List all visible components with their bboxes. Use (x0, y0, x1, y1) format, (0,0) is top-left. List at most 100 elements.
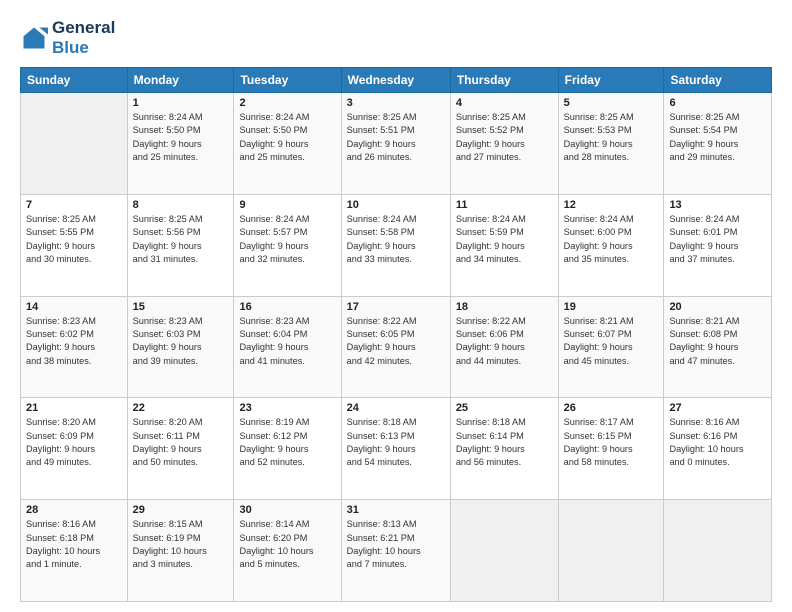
day-number: 15 (133, 301, 229, 313)
day-number: 3 (347, 97, 445, 109)
table-row: 24 Sunrise: 8:18 AMSunset: 6:13 PMDayligh… (341, 398, 450, 500)
day-number: 16 (239, 301, 335, 313)
day-info: Sunrise: 8:19 AMSunset: 6:12 PMDaylight:… (239, 416, 335, 469)
table-row: 17 Sunrise: 8:22 AMSunset: 6:05 PMDayligh… (341, 296, 450, 398)
day-info: Sunrise: 8:15 AMSunset: 6:19 PMDaylight:… (133, 518, 229, 571)
table-row: 7 Sunrise: 8:25 AMSunset: 5:55 PMDaylight… (21, 194, 128, 296)
table-row (21, 93, 128, 195)
col-tuesday: Tuesday (234, 68, 341, 93)
table-row: 1Sunrise: 8:24 AMSunset: 5:50 PMDaylight… (127, 93, 234, 195)
table-row: 5 Sunrise: 8:25 AMSunset: 5:53 PMDaylight… (558, 93, 664, 195)
day-info: Sunrise: 8:24 AMSunset: 6:01 PMDaylight:… (669, 213, 766, 266)
day-info: Sunrise: 8:14 AMSunset: 6:20 PMDaylight:… (239, 518, 335, 571)
day-info: Sunrise: 8:25 AMSunset: 5:55 PMDaylight:… (26, 213, 122, 266)
table-row: 12 Sunrise: 8:24 AMSunset: 6:00 PMDayligh… (558, 194, 664, 296)
day-info: Sunrise: 8:25 AMSunset: 5:54 PMDaylight:… (669, 111, 766, 164)
calendar-body: 1 Sunrise: 8:24 AMSunset: 5:50 PMDaylight… (21, 93, 772, 602)
day-info: Sunrise: 8:23 AMSunset: 6:04 PMDaylight:… (239, 315, 335, 368)
day-number: 5 (564, 97, 659, 109)
day-info: Sunrise: 8:25 AMSunset: 5:52 PMDaylight:… (456, 111, 553, 164)
day-info: Sunrise: 8:17 AMSunset: 6:15 PMDaylight:… (564, 416, 659, 469)
day-number: 28 (26, 504, 122, 516)
day-number: 13 (669, 199, 766, 211)
table-row: 3 Sunrise: 8:25 AMSunset: 5:51 PMDaylight… (341, 93, 450, 195)
day-number: 7 (26, 199, 122, 211)
logo-icon (20, 24, 48, 52)
table-row (664, 500, 772, 602)
day-info: Sunrise: 8:23 AMSunset: 6:03 PMDaylight:… (133, 315, 229, 368)
day-info: Sunrise: 8:16 AMSunset: 6:18 PMDaylight:… (26, 518, 122, 571)
table-row: 11 Sunrise: 8:24 AMSunset: 5:59 PMDayligh… (450, 194, 558, 296)
table-row: 27Sunrise: 8:16 AMSunset: 6:16 PMDayligh… (664, 398, 772, 500)
col-wednesday: Wednesday (341, 68, 450, 93)
table-row: 10 Sunrise: 8:24 AMSunset: 5:58 PMDayligh… (341, 194, 450, 296)
table-row: 31 Sunrise: 8:13 AMSunset: 6:21 PMDayligh… (341, 500, 450, 602)
day-info: Sunrise: 8:22 AMSunset: 6:05 PMDaylight:… (347, 315, 445, 368)
day-info: Sunrise: 8:20 AMSunset: 6:09 PMDaylight:… (26, 416, 122, 469)
day-info: Sunrise: 8:25 AMSunset: 5:53 PMDaylight:… (564, 111, 659, 164)
col-sunday: Sunday (21, 68, 128, 93)
day-info: Sunrise: 8:18 AMSunset: 6:13 PMDaylight:… (347, 416, 445, 469)
table-row: 21Sunrise: 8:20 AMSunset: 6:09 PMDayligh… (21, 398, 128, 500)
table-row: 30 Sunrise: 8:14 AMSunset: 6:20 PMDayligh… (234, 500, 341, 602)
day-info: Sunrise: 8:23 AMSunset: 6:02 PMDaylight:… (26, 315, 122, 368)
day-number: 2 (239, 97, 335, 109)
page: General Blue Sunday Monday Tuesday Wedne… (0, 0, 792, 612)
table-row: 22 Sunrise: 8:20 AMSunset: 6:11 PMDayligh… (127, 398, 234, 500)
day-info: Sunrise: 8:25 AMSunset: 5:56 PMDaylight:… (133, 213, 229, 266)
day-number: 4 (456, 97, 553, 109)
table-row: 4 Sunrise: 8:25 AMSunset: 5:52 PMDaylight… (450, 93, 558, 195)
day-info: Sunrise: 8:16 AMSunset: 6:16 PMDaylight:… (669, 416, 766, 469)
table-row (558, 500, 664, 602)
day-number: 19 (564, 301, 659, 313)
day-info: Sunrise: 8:22 AMSunset: 6:06 PMDaylight:… (456, 315, 553, 368)
day-info: Sunrise: 8:25 AMSunset: 5:51 PMDaylight:… (347, 111, 445, 164)
table-row: 9Sunrise: 8:24 AMSunset: 5:57 PMDaylight… (234, 194, 341, 296)
table-row: 23Sunrise: 8:19 AMSunset: 6:12 PMDayligh… (234, 398, 341, 500)
day-number: 24 (347, 402, 445, 414)
col-thursday: Thursday (450, 68, 558, 93)
table-row: 20Sunrise: 8:21 AMSunset: 6:08 PMDayligh… (664, 296, 772, 398)
day-info: Sunrise: 8:21 AMSunset: 6:07 PMDaylight:… (564, 315, 659, 368)
calendar-row: 7 Sunrise: 8:25 AMSunset: 5:55 PMDaylight… (21, 194, 772, 296)
day-info: Sunrise: 8:13 AMSunset: 6:21 PMDaylight:… (347, 518, 445, 571)
day-info: Sunrise: 8:24 AMSunset: 5:59 PMDaylight:… (456, 213, 553, 266)
table-row: 28 Sunrise: 8:16 AMSunset: 6:18 PMDayligh… (21, 500, 128, 602)
table-row: 26Sunrise: 8:17 AMSunset: 6:15 PMDayligh… (558, 398, 664, 500)
table-row: 25 Sunrise: 8:18 AMSunset: 6:14 PMDayligh… (450, 398, 558, 500)
day-number: 8 (133, 199, 229, 211)
table-row: 14 Sunrise: 8:23 AMSunset: 6:02 PMDayligh… (21, 296, 128, 398)
table-row: 13 Sunrise: 8:24 AMSunset: 6:01 PMDayligh… (664, 194, 772, 296)
day-number: 18 (456, 301, 553, 313)
day-number: 14 (26, 301, 122, 313)
day-number: 22 (133, 402, 229, 414)
calendar-table: Sunday Monday Tuesday Wednesday Thursday… (20, 67, 772, 602)
day-info: Sunrise: 8:24 AMSunset: 5:50 PMDaylight:… (239, 111, 335, 164)
day-number: 25 (456, 402, 553, 414)
table-row: 19 Sunrise: 8:21 AMSunset: 6:07 PMDayligh… (558, 296, 664, 398)
table-row: 15 Sunrise: 8:23 AMSunset: 6:03 PMDayligh… (127, 296, 234, 398)
day-info: Sunrise: 8:20 AMSunset: 6:11 PMDaylight:… (133, 416, 229, 469)
logo-text: General Blue (52, 18, 115, 57)
day-number: 6 (669, 97, 766, 109)
logo: General Blue (20, 18, 115, 57)
day-info: Sunrise: 8:18 AMSunset: 6:14 PMDaylight:… (456, 416, 553, 469)
day-number: 1 (133, 97, 229, 109)
table-row: 29Sunrise: 8:15 AMSunset: 6:19 PMDayligh… (127, 500, 234, 602)
day-number: 31 (347, 504, 445, 516)
day-number: 11 (456, 199, 553, 211)
calendar-row: 1 Sunrise: 8:24 AMSunset: 5:50 PMDaylight… (21, 93, 772, 195)
day-number: 30 (239, 504, 335, 516)
header: General Blue (20, 18, 772, 57)
day-number: 12 (564, 199, 659, 211)
table-row: 18 Sunrise: 8:22 AMSunset: 6:06 PMDayligh… (450, 296, 558, 398)
day-number: 17 (347, 301, 445, 313)
table-row: 2 Sunrise: 8:24 AMSunset: 5:50 PMDaylight… (234, 93, 341, 195)
table-row: 8 Sunrise: 8:25 AMSunset: 5:56 PMDaylight… (127, 194, 234, 296)
table-row: 6 Sunrise: 8:25 AMSunset: 5:54 PMDaylight… (664, 93, 772, 195)
day-info: Sunrise: 8:24 AMSunset: 6:00 PMDaylight:… (564, 213, 659, 266)
day-info: Sunrise: 8:24 AMSunset: 5:58 PMDaylight:… (347, 213, 445, 266)
day-number: 10 (347, 199, 445, 211)
calendar-row: 21Sunrise: 8:20 AMSunset: 6:09 PMDayligh… (21, 398, 772, 500)
day-info: Sunrise: 8:24 AMSunset: 5:57 PMDaylight:… (239, 213, 335, 266)
